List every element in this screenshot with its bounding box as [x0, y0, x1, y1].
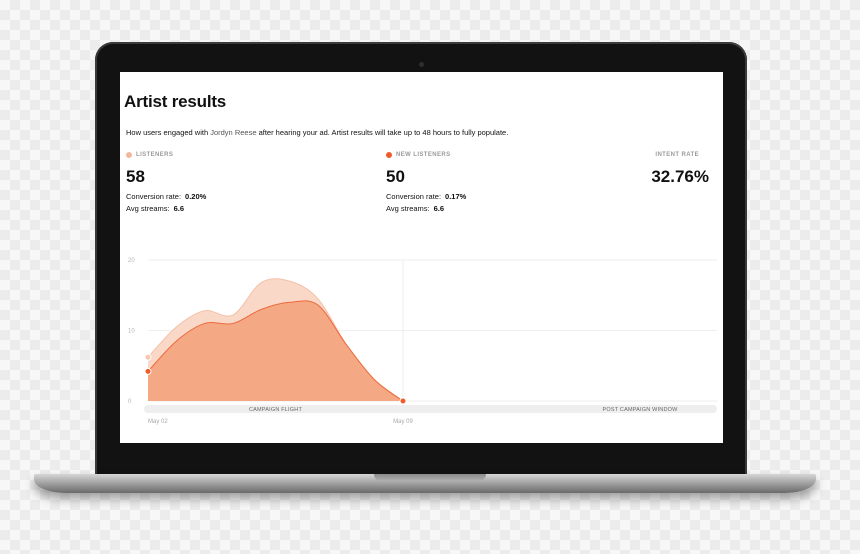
intent-rate-label: INTENT RATE: [655, 152, 699, 158]
y-tick-label: 0: [128, 399, 132, 405]
listeners-avg-streams: Avg streams: 6.6: [126, 204, 206, 213]
laptop-opening-notch: [374, 474, 486, 481]
listeners-conversion-rate: Conversion rate: 0.20%: [126, 192, 206, 201]
webcam-icon: [419, 62, 424, 67]
new-listeners-conversion-rate: Conversion rate: 0.17%: [386, 192, 466, 201]
intent-rate-value: 32.76%: [651, 167, 709, 186]
new-listeners-value: 50: [386, 167, 405, 186]
avg-streams-value: 6.6: [173, 204, 185, 213]
x-tick-label: May 09: [393, 419, 413, 425]
x-tick-label: May 02: [148, 419, 168, 425]
avg-streams-label: Avg streams:: [386, 204, 430, 213]
description-text-end: after hearing your ad. Artist results wi…: [256, 128, 509, 137]
y-tick-label: 20: [128, 258, 135, 264]
listeners-value: 58: [126, 167, 145, 186]
new-listeners-metric: NEW LISTENERS 50 Conversion rate: 0.17% A…: [386, 152, 466, 213]
listeners-metric: LISTENERS 58 Conversion rate: 0.20% Avg s…: [126, 152, 206, 213]
y-tick-label: 10: [128, 329, 135, 335]
new-listeners-avg-streams: Avg streams: 6.6: [386, 204, 466, 213]
period-label: POST CAMPAIGN WINDOW: [603, 407, 679, 413]
new-listeners-label: NEW LISTENERS: [396, 152, 451, 158]
page-title: Artist results: [124, 92, 227, 111]
description-text-start: How users engaged with: [126, 128, 211, 137]
new-listeners-label-row: NEW LISTENERS: [386, 152, 466, 158]
listeners-label-row: LISTENERS: [126, 152, 206, 158]
series-1-start-point: [144, 353, 152, 361]
page-description: How users engaged with Jordyn Reese afte…: [126, 128, 508, 137]
series-end-point: [399, 397, 407, 405]
avg-streams-value: 6.6: [433, 204, 445, 213]
new-listeners-legend-dot-icon: [386, 152, 392, 158]
conversion-rate-value: 0.17%: [445, 192, 467, 201]
conversion-rate-label: Conversion rate:: [126, 192, 182, 201]
conversion-rate-label: Conversion rate:: [386, 192, 442, 201]
artist-name-link[interactable]: Jordyn Reese: [210, 128, 256, 137]
listeners-area-chart: 0 10 20 CAMPAIGN FLIGHT POST CAMPAIGN WINDOW…: [128, 258, 717, 425]
intent-rate-metric: INTENT RATE 32.76%: [651, 152, 709, 187]
listeners-label: LISTENERS: [136, 152, 174, 158]
laptop-screen: Artist results How users engaged with Jo…: [120, 72, 723, 443]
avg-streams-label: Avg streams:: [126, 204, 170, 213]
series-2-start-point: [144, 367, 152, 375]
period-label: CAMPAIGN FLIGHT: [249, 407, 302, 413]
conversion-rate-value: 0.20%: [185, 192, 207, 201]
listeners-legend-dot-icon: [126, 152, 132, 158]
series-2-area: [148, 300, 403, 401]
